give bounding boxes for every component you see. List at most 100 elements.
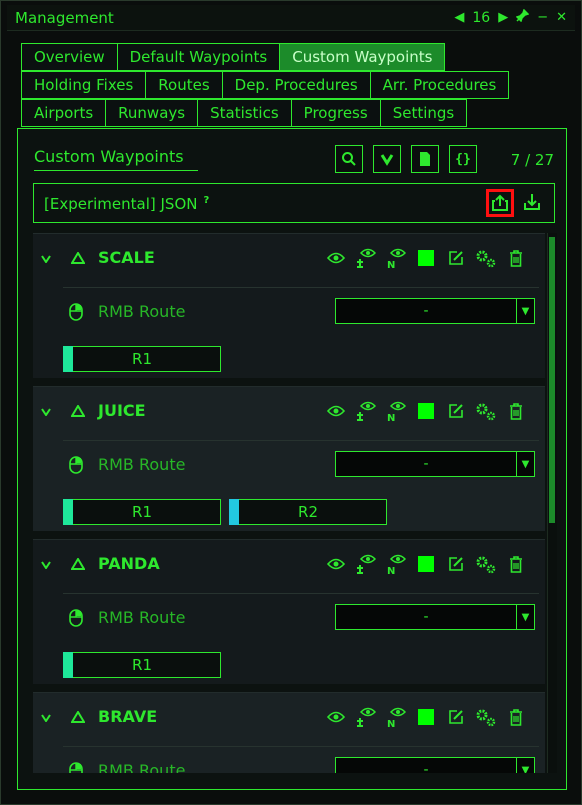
next-page-icon[interactable]: ▶ [498, 10, 508, 25]
mouse-icon [69, 609, 83, 631]
trash-icon[interactable] [501, 399, 531, 423]
color-swatch[interactable] [411, 552, 441, 576]
trash-icon[interactable] [501, 246, 531, 270]
pin-icon[interactable] [515, 8, 530, 26]
gear-icon[interactable] [471, 552, 501, 576]
gear-icon[interactable] [471, 246, 501, 270]
route-color-bar [63, 652, 73, 678]
edit-icon[interactable] [441, 552, 471, 576]
eye-name-icon[interactable]: N [381, 246, 411, 270]
tab-holding-fixes[interactable]: Holding Fixes [21, 71, 146, 99]
expand-chevron-icon[interactable] [41, 248, 51, 267]
search-button[interactable] [335, 145, 363, 173]
tab-dep-procedures[interactable]: Dep. Procedures [221, 71, 370, 99]
edit-icon[interactable] [441, 705, 471, 729]
help-mark[interactable]: ? [203, 195, 209, 206]
minimize-icon[interactable]: − [537, 10, 548, 25]
color-swatch[interactable] [411, 246, 441, 270]
dropdown-arrow-icon[interactable]: ▼ [516, 299, 534, 323]
eye-icon[interactable] [321, 399, 351, 423]
waypoint-actions: N [321, 705, 531, 729]
waypoint-actions: N [321, 246, 531, 270]
eye-icon[interactable] [321, 552, 351, 576]
mouse-icon [69, 303, 83, 325]
title-controls: ◀ 16 ▶ − ✕ [454, 8, 567, 26]
eye-label-icon[interactable] [351, 705, 381, 729]
waypoint-actions: N [321, 552, 531, 576]
waypoint-card: SCALE N RMB Route - ▼ R1 [33, 233, 545, 378]
eye-icon[interactable] [321, 246, 351, 270]
trash-icon[interactable] [501, 552, 531, 576]
rmb-route-label: RMB Route [98, 302, 186, 321]
expand-chevron-icon[interactable] [41, 707, 51, 726]
rmb-route-value: - [423, 609, 429, 625]
eye-label-icon[interactable] [351, 246, 381, 270]
rmb-route-select[interactable]: - ▼ [335, 604, 535, 630]
eye-name-icon[interactable]: N [381, 705, 411, 729]
color-swatch[interactable] [411, 399, 441, 423]
dropdown-arrow-icon[interactable]: ▼ [516, 605, 534, 629]
waypoint-card: JUICE N RMB Route - ▼ R1 R2 [33, 386, 545, 531]
dropdown-arrow-icon[interactable]: ▼ [516, 758, 534, 773]
tab-runways[interactable]: Runways [105, 99, 198, 127]
panel-title: Custom Waypoints [34, 147, 198, 171]
eye-name-icon[interactable]: N [381, 552, 411, 576]
tab-arr-procedures[interactable]: Arr. Procedures [369, 71, 510, 99]
collapse-all-button[interactable] [373, 145, 401, 173]
tab-custom-waypoints[interactable]: Custom Waypoints [279, 43, 446, 71]
svg-text:N: N [387, 413, 395, 422]
card-divider [63, 287, 539, 288]
rmb-route-select[interactable]: - ▼ [335, 298, 535, 324]
route-label: R2 [298, 503, 318, 521]
eye-label-icon[interactable] [351, 552, 381, 576]
export-button[interactable] [486, 189, 514, 217]
waypoint-card: PANDA N RMB Route - ▼ R1 [33, 539, 545, 684]
import-button[interactable] [522, 192, 542, 216]
tab-settings[interactable]: Settings [379, 99, 468, 127]
dropdown-arrow-icon[interactable]: ▼ [516, 452, 534, 476]
edit-icon[interactable] [441, 399, 471, 423]
route-buttons: R1 R2 [63, 499, 387, 525]
rmb-route-select[interactable]: - ▼ [335, 757, 535, 773]
tab-progress[interactable]: Progress [290, 99, 380, 127]
eye-label-icon[interactable] [351, 399, 381, 423]
file-button[interactable] [411, 145, 439, 173]
management-window: Management ◀ 16 ▶ − ✕ Overview Default W… [0, 0, 582, 805]
expand-chevron-icon[interactable] [41, 554, 51, 573]
close-icon[interactable]: ✕ [556, 10, 567, 25]
page-number: 16 [472, 9, 491, 26]
route-button-r2[interactable]: R2 [229, 499, 387, 525]
route-button-r1[interactable]: R1 [63, 499, 221, 525]
tab-routes[interactable]: Routes [145, 71, 222, 99]
trash-icon[interactable] [501, 705, 531, 729]
prev-page-icon[interactable]: ◀ [454, 10, 464, 25]
export-icon [492, 194, 508, 211]
mouse-icon [69, 456, 83, 478]
waypoint-name: BRAVE [98, 707, 158, 726]
waypoint-counter: 7 / 27 [510, 151, 554, 169]
expand-chevron-icon[interactable] [41, 401, 51, 420]
waypoint-name: SCALE [98, 248, 155, 267]
waypoint-triangle-icon [70, 249, 86, 268]
eye-name-icon[interactable]: N [381, 399, 411, 423]
rmb-route-label: RMB Route [98, 608, 186, 627]
eye-icon[interactable] [321, 705, 351, 729]
tab-statistics[interactable]: Statistics [197, 99, 291, 127]
gear-icon[interactable] [471, 705, 501, 729]
route-button-r1[interactable]: R1 [63, 346, 221, 372]
svg-text:N: N [387, 566, 395, 575]
scrollbar-thumb[interactable] [549, 237, 555, 523]
tab-airports[interactable]: Airports [21, 99, 106, 127]
title-bar[interactable]: Management ◀ 16 ▶ − ✕ [7, 5, 575, 31]
edit-icon[interactable] [441, 246, 471, 270]
route-button-r1[interactable]: R1 [63, 652, 221, 678]
tab-default-waypoints[interactable]: Default Waypoints [116, 43, 280, 71]
card-divider [63, 593, 539, 594]
route-color-bar [63, 346, 73, 372]
tab-overview[interactable]: Overview [21, 43, 117, 71]
route-buttons: R1 [63, 652, 221, 678]
gear-icon[interactable] [471, 399, 501, 423]
json-button[interactable]: {} [449, 145, 477, 173]
color-swatch[interactable] [411, 705, 441, 729]
rmb-route-select[interactable]: - ▼ [335, 451, 535, 477]
